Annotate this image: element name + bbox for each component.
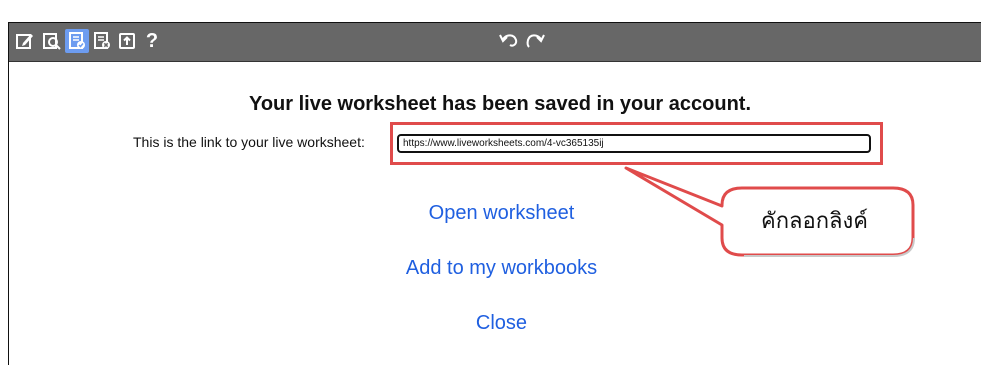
undo-icon[interactable]: [497, 29, 521, 53]
add-to-workbooks-link[interactable]: Add to my workbooks: [0, 257, 981, 280]
worksheet-link-field[interactable]: https://www.liveworksheets.com/4-vc36513…: [397, 134, 871, 153]
help-icon[interactable]: ?: [140, 29, 164, 53]
toolbar: ?: [9, 23, 981, 62]
preview-icon[interactable]: [40, 29, 64, 53]
dialog-title: Your live worksheet has been saved in yo…: [248, 93, 751, 115]
export-icon[interactable]: [115, 29, 139, 53]
close-link[interactable]: Close: [0, 312, 981, 335]
callout-text: คักลอกลิงค์: [761, 207, 868, 233]
delete-worksheet-icon[interactable]: [90, 29, 114, 53]
edit-icon[interactable]: [13, 29, 37, 53]
link-label: This is the link to your live worksheet:: [133, 134, 365, 150]
redo-icon[interactable]: [523, 29, 547, 53]
save-worksheet-icon[interactable]: [65, 29, 89, 53]
